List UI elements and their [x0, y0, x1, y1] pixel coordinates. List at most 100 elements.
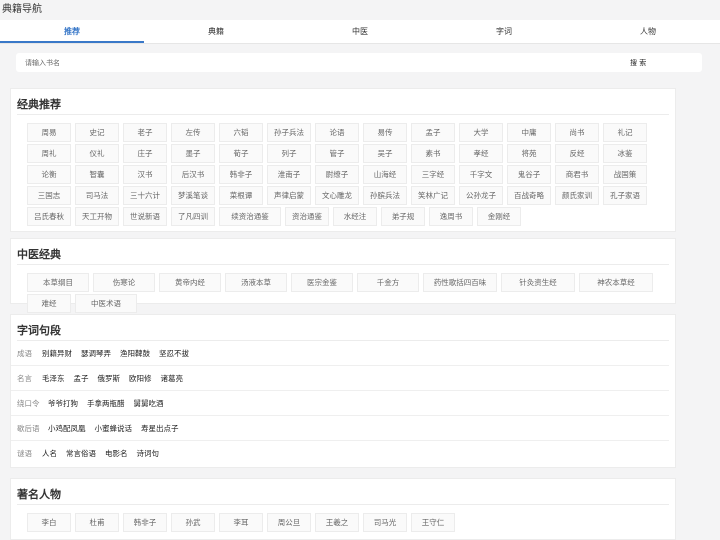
person-tag[interactable]: 周公旦 — [267, 513, 311, 532]
phrase-link[interactable]: 毛泽东 — [42, 373, 65, 384]
classic-tag[interactable]: 智囊 — [75, 165, 119, 184]
classic-tag[interactable]: 中庸 — [507, 123, 551, 142]
phrase-link[interactable]: 爷爷打狗 — [48, 398, 78, 409]
classic-tag[interactable]: 孙子兵法 — [267, 123, 311, 142]
classic-tag[interactable]: 后汉书 — [171, 165, 215, 184]
tab-1[interactable]: 典籍 — [144, 20, 288, 43]
classic-tag[interactable]: 反经 — [555, 144, 599, 163]
person-tag[interactable]: 王羲之 — [315, 513, 359, 532]
classic-tag[interactable]: 水经注 — [333, 207, 377, 226]
classic-tag[interactable]: 司马法 — [75, 186, 119, 205]
phrase-link[interactable]: 诸葛亮 — [161, 373, 184, 384]
tab-4[interactable]: 人物 — [576, 20, 720, 43]
tcm-tag[interactable]: 千金方 — [357, 273, 419, 292]
phrase-link[interactable]: 俄罗斯 — [98, 373, 121, 384]
classic-tag[interactable]: 孙膑兵法 — [363, 186, 407, 205]
classic-tag[interactable]: 淮南子 — [267, 165, 311, 184]
classic-tag[interactable]: 梦溪笔谈 — [171, 186, 215, 205]
classic-tag[interactable]: 续资治通鉴 — [219, 207, 281, 226]
classic-tag[interactable]: 仪礼 — [75, 144, 119, 163]
phrase-link[interactable]: 常言俗语 — [66, 448, 96, 459]
classic-tag[interactable]: 孔子家语 — [603, 186, 647, 205]
tcm-tag[interactable]: 神农本草经 — [579, 273, 653, 292]
classic-tag[interactable]: 战国策 — [603, 165, 647, 184]
classic-tag[interactable]: 大学 — [459, 123, 503, 142]
classic-tag[interactable]: 山海经 — [363, 165, 407, 184]
search-button[interactable]: 搜 索 — [622, 58, 702, 68]
search-input[interactable] — [16, 58, 622, 67]
classic-tag[interactable]: 将苑 — [507, 144, 551, 163]
classic-tag[interactable]: 金刚经 — [477, 207, 521, 226]
classic-tag[interactable]: 千字文 — [459, 165, 503, 184]
phrase-link[interactable]: 欧阳修 — [129, 373, 152, 384]
tcm-tag[interactable]: 药性歌括四百味 — [423, 273, 497, 292]
classic-tag[interactable]: 素书 — [411, 144, 455, 163]
classic-tag[interactable]: 庄子 — [123, 144, 167, 163]
classic-tag[interactable]: 鬼谷子 — [507, 165, 551, 184]
tcm-tag[interactable]: 黄帝内经 — [159, 273, 221, 292]
person-tag[interactable]: 韩非子 — [123, 513, 167, 532]
tab-2[interactable]: 中医 — [288, 20, 432, 43]
classic-tag[interactable]: 吕氏春秋 — [27, 207, 71, 226]
person-tag[interactable]: 王守仁 — [411, 513, 455, 532]
classic-tag[interactable]: 三字经 — [411, 165, 455, 184]
classic-tag[interactable]: 史记 — [75, 123, 119, 142]
classic-tag[interactable]: 三十六计 — [123, 186, 167, 205]
classic-tag[interactable]: 颜氏家训 — [555, 186, 599, 205]
person-tag[interactable]: 司马光 — [363, 513, 407, 532]
phrase-link[interactable]: 诗词句 — [137, 448, 160, 459]
classic-tag[interactable]: 六韬 — [219, 123, 263, 142]
classic-tag[interactable]: 菜根谭 — [219, 186, 263, 205]
classic-tag[interactable]: 论语 — [315, 123, 359, 142]
classic-tag[interactable]: 天工开物 — [75, 207, 119, 226]
classic-tag[interactable]: 管子 — [315, 144, 359, 163]
person-tag[interactable]: 杜甫 — [75, 513, 119, 532]
tcm-tag[interactable]: 本草纲目 — [27, 273, 89, 292]
phrase-link[interactable]: 渔阳鞞鼓 — [120, 348, 150, 359]
classic-tag[interactable]: 周礼 — [27, 144, 71, 163]
tcm-tag[interactable]: 汤液本草 — [225, 273, 287, 292]
phrase-link[interactable]: 瑟调琴弄 — [81, 348, 111, 359]
tcm-tag[interactable]: 伤寒论 — [93, 273, 155, 292]
classic-tag[interactable]: 公孙龙子 — [459, 186, 503, 205]
phrase-link[interactable]: 别籍异财 — [42, 348, 72, 359]
classic-tag[interactable]: 笑林广记 — [411, 186, 455, 205]
classic-tag[interactable]: 了凡四训 — [171, 207, 215, 226]
tab-3[interactable]: 字词 — [432, 20, 576, 43]
phrase-link[interactable]: 舅舅吃酒 — [134, 398, 164, 409]
classic-tag[interactable]: 论衡 — [27, 165, 71, 184]
classic-tag[interactable]: 商君书 — [555, 165, 599, 184]
classic-tag[interactable]: 荀子 — [219, 144, 263, 163]
classic-tag[interactable]: 列子 — [267, 144, 311, 163]
tcm-tag[interactable]: 针灸资生经 — [501, 273, 575, 292]
classic-tag[interactable]: 声律启蒙 — [267, 186, 311, 205]
classic-tag[interactable]: 汉书 — [123, 165, 167, 184]
classic-tag[interactable]: 孟子 — [411, 123, 455, 142]
classic-tag[interactable]: 资治通鉴 — [285, 207, 329, 226]
person-tag[interactable]: 李耳 — [219, 513, 263, 532]
person-tag[interactable]: 李白 — [27, 513, 71, 532]
classic-tag[interactable]: 左传 — [171, 123, 215, 142]
classic-tag[interactable]: 老子 — [123, 123, 167, 142]
classic-tag[interactable]: 孝经 — [459, 144, 503, 163]
classic-tag[interactable]: 周易 — [27, 123, 71, 142]
classic-tag[interactable]: 礼记 — [603, 123, 647, 142]
phrase-link[interactable]: 坚忍不拔 — [159, 348, 189, 359]
classic-tag[interactable]: 吴子 — [363, 144, 407, 163]
phrase-link[interactable]: 寿星出点子 — [141, 423, 179, 434]
person-tag[interactable]: 孙武 — [171, 513, 215, 532]
classic-tag[interactable]: 冰鉴 — [603, 144, 647, 163]
phrase-link[interactable]: 小鸡配凤凰 — [48, 423, 86, 434]
classic-tag[interactable]: 尉缭子 — [315, 165, 359, 184]
phrase-link[interactable]: 电影名 — [105, 448, 128, 459]
phrase-link[interactable]: 孟子 — [74, 373, 89, 384]
classic-tag[interactable]: 逸周书 — [429, 207, 473, 226]
classic-tag[interactable]: 墨子 — [171, 144, 215, 163]
classic-tag[interactable]: 百战奇略 — [507, 186, 551, 205]
classic-tag[interactable]: 韩非子 — [219, 165, 263, 184]
classic-tag[interactable]: 弟子规 — [381, 207, 425, 226]
classic-tag[interactable]: 文心雕龙 — [315, 186, 359, 205]
phrase-link[interactable]: 小蜜蜂说话 — [95, 423, 133, 434]
phrase-link[interactable]: 手拿两瓶醋 — [87, 398, 125, 409]
classic-tag[interactable]: 三国志 — [27, 186, 71, 205]
